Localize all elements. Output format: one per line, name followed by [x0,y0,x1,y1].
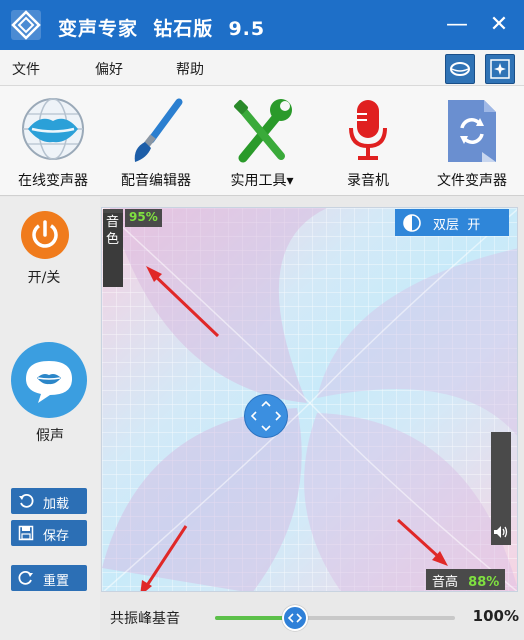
pitch-bar[interactable]: 音高 88% [426,569,506,590]
resonance-row: 共振峰基音 100% [100,592,524,640]
timbre-value-badge: 95% [125,209,162,227]
reset-icon [18,570,33,585]
tool-recorder[interactable]: 录音机 [320,92,416,192]
menu-help[interactable]: 帮助 [176,59,204,79]
toolbar: 在线变声器 配音编辑器 实用工具▾ 录音机 文件变声器 [0,86,524,196]
lips-icon [450,62,470,76]
load-icon [19,493,34,508]
half-circle-icon [403,214,421,232]
menu-bar: 文件 偏好 帮助 [0,50,524,86]
tool-label: 在线变声器 [18,173,88,189]
resonance-slider[interactable] [215,605,455,631]
brush-icon [134,98,183,162]
title-bar: 变声专家 钻石版 9.5 — ✕ [0,0,524,50]
tool-label: 录音机 [347,173,389,189]
save-icon [18,525,34,541]
voice-preset-button[interactable] [10,341,88,419]
tool-label: 配音编辑器 [121,173,191,189]
sparkle-icon [490,59,510,79]
file-refresh-icon [448,100,496,162]
pad-handle[interactable] [244,394,288,438]
voice-pad[interactable]: 音色 95% 双层 开 音高 88% [101,207,518,592]
resonance-slider-thumb[interactable] [282,605,308,631]
tool-utilities-dropdown[interactable]: 实用工具▾ [214,92,310,192]
reset-label: 重置 [43,574,70,589]
reset-button[interactable]: 重置 [11,565,87,591]
dual-layer-label: 双层 开 [433,218,481,233]
load-label: 加载 [43,497,70,512]
power-button[interactable] [20,210,70,260]
speaker-icon [494,526,508,538]
resonance-value: 100% [472,607,519,625]
save-button[interactable]: 保存 [11,520,87,546]
lips-globe-icon [22,98,84,160]
pitch-label: 音高 [432,575,459,590]
app-logo-icon [11,10,41,40]
skin-button[interactable] [445,54,475,84]
power-label: 开/关 [27,270,61,286]
tool-label: 实用工具▾ [230,173,294,189]
tool-online-voice-changer[interactable]: 在线变声器 [5,92,101,192]
effects-button[interactable] [485,54,515,84]
voice-preset-label: 假声 [36,428,64,444]
dual-layer-toggle[interactable]: 双层 开 [395,209,509,236]
sidebar: 开/关 假声 加载 保存 重置 [0,197,100,640]
tool-dubbing-editor[interactable]: 配音编辑器 [108,92,204,192]
menu-preferences[interactable]: 偏好 [95,59,123,79]
wrench-screwdriver-icon [234,99,292,163]
slider-arrows-icon [287,613,303,623]
pad-background [102,208,517,591]
resonance-label: 共振峰基音 [110,611,180,627]
window-title: 变声专家 钻石版 9.5 [58,18,266,40]
close-button[interactable]: ✕ [484,10,514,40]
pitch-value: 88% [468,575,500,590]
timbre-value: 95% [129,210,158,224]
menu-file[interactable]: 文件 [12,59,40,79]
minimize-button[interactable]: — [442,10,472,40]
timbre-label: 音色 [106,215,120,247]
move-arrows-icon [250,400,282,432]
volume-bar[interactable] [491,432,511,545]
microphone-icon [349,100,387,160]
load-button[interactable]: 加载 [11,488,87,514]
save-label: 保存 [43,529,70,544]
tool-file-voice-changer[interactable]: 文件变声器 [424,92,520,192]
timbre-bar[interactable]: 音色 [103,209,123,287]
tool-label: 文件变声器 [437,173,507,189]
